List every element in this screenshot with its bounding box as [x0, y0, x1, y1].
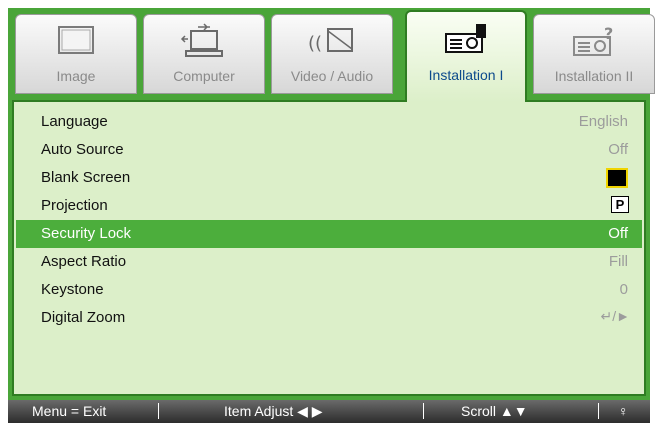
menu-item-value: English [578, 113, 628, 130]
tab-image[interactable]: Image [15, 14, 137, 94]
menu-item-value: Fill [608, 253, 628, 270]
help-icon: ♀ [618, 403, 629, 419]
menu-item-keystone[interactable]: Keystone 0 [16, 276, 642, 304]
menu-item-blank-screen[interactable]: Blank Screen [16, 164, 642, 192]
status-bar: Menu = Exit Item Adjust ◀ ▶ Scroll ▲▼ ♀ [8, 400, 650, 423]
tab-label: Computer [173, 68, 235, 84]
menu-item-value: Off [608, 225, 628, 242]
menu-item-label: Aspect Ratio [41, 253, 127, 270]
item-adjust-hint: Item Adjust ◀ ▶ [224, 403, 323, 419]
tab-video-audio[interactable]: (( Video / Audio [271, 14, 393, 94]
menu-item-label: Digital Zoom [41, 309, 126, 326]
menu-item-label: Blank Screen [41, 169, 131, 186]
menu-item-value: 0 [619, 281, 628, 298]
tab-installation-i[interactable]: Installation I [405, 10, 527, 102]
tab-label: Installation I [428, 67, 504, 83]
menu-item-auto-source[interactable]: Auto Source Off [16, 136, 642, 164]
tab-label: Installation II [554, 68, 634, 84]
tab-bar: Image Computer (( Video / Audio Installa… [8, 8, 655, 102]
menu-item-label: Language [41, 113, 108, 130]
svg-text:?: ? [604, 24, 613, 43]
menu-item-label: Security Lock [41, 225, 132, 242]
menu-item-digital-zoom[interactable]: Digital Zoom ↵/► [16, 304, 642, 332]
computer-icon [144, 23, 264, 73]
black-swatch-icon [606, 168, 628, 188]
menu-panel: Language English Auto Source Off Blank S… [12, 100, 646, 396]
menu-exit-hint: Menu = Exit [32, 403, 107, 419]
divider [158, 403, 159, 419]
tab-label: Video / Audio [290, 68, 374, 84]
installation-i-icon [407, 20, 525, 70]
enter-arrow-icon: ↵/► [600, 308, 630, 324]
video-audio-icon: (( [272, 23, 392, 73]
menu-item-label: Auto Source [41, 141, 124, 158]
scroll-hint: Scroll ▲▼ [461, 403, 528, 419]
menu-item-projection[interactable]: Projection P [16, 192, 642, 220]
menu-item-aspect-ratio[interactable]: Aspect Ratio Fill [16, 248, 642, 276]
tab-computer[interactable]: Computer [143, 14, 265, 94]
installation-ii-icon: ? [534, 23, 654, 73]
menu-item-security-lock[interactable]: Security Lock Off [16, 220, 642, 248]
image-icon [16, 23, 136, 73]
menu-item-label: Projection [41, 197, 108, 214]
projection-mode-icon: P [611, 196, 629, 213]
osd-menu: Image Computer (( Video / Audio Installa… [8, 8, 655, 400]
svg-text:((: (( [308, 33, 322, 54]
divider [423, 403, 424, 419]
menu-item-label: Keystone [41, 281, 104, 298]
menu-item-language[interactable]: Language English [16, 108, 642, 136]
tab-label: Image [56, 68, 96, 84]
tab-installation-ii[interactable]: ? Installation II [533, 14, 655, 94]
menu-item-value: Off [608, 141, 628, 158]
divider [598, 403, 599, 419]
